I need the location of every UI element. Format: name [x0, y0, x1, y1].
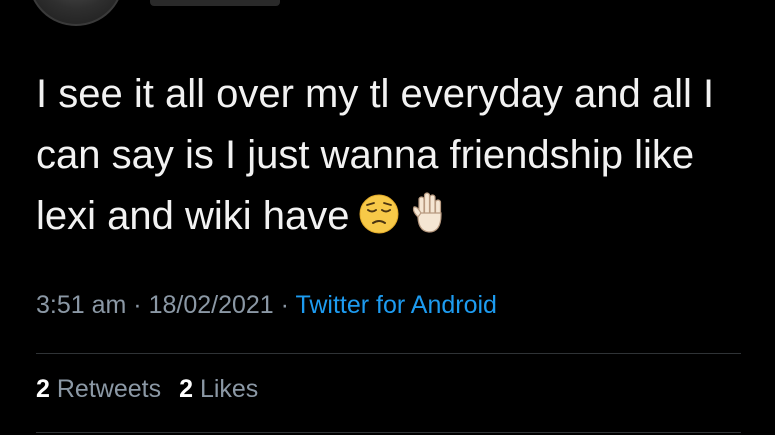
meta-separator: ·	[133, 291, 142, 319]
likes-count: 2	[179, 375, 193, 403]
pensive-face-icon	[358, 192, 400, 253]
tweet-line-text: lexi and wiki have	[36, 194, 350, 238]
raised-hand-icon	[408, 191, 450, 253]
engagement-stats: 2 Retweets 2 Likes	[36, 375, 258, 404]
tweet-text: I see it all over my tl everyday and all…	[36, 64, 756, 253]
tweet-date[interactable]: 18/02/2021	[149, 291, 274, 319]
divider	[36, 432, 741, 433]
divider	[36, 353, 741, 354]
tweet-line: lexi and wiki have	[36, 186, 756, 253]
tweet-time[interactable]: 3:51 am	[36, 291, 126, 319]
tweet-source-link[interactable]: Twitter for Android	[295, 291, 496, 319]
likes-stat[interactable]: 2 Likes	[179, 375, 258, 403]
tweet-line: I see it all over my tl everyday and all…	[36, 72, 715, 116]
tweet-meta: 3:51 am · 18/02/2021 · Twitter for Andro…	[36, 291, 497, 320]
likes-label: Likes	[199, 375, 259, 403]
display-name[interactable]	[150, 0, 280, 6]
retweets-count: 2	[36, 375, 50, 403]
retweets-label: Retweets	[56, 375, 162, 403]
avatar[interactable]	[28, 0, 124, 26]
meta-separator: ·	[280, 291, 289, 319]
tweet-line: can say is I just wanna friendship like	[36, 133, 695, 177]
retweets-stat[interactable]: 2 Retweets	[36, 375, 161, 403]
